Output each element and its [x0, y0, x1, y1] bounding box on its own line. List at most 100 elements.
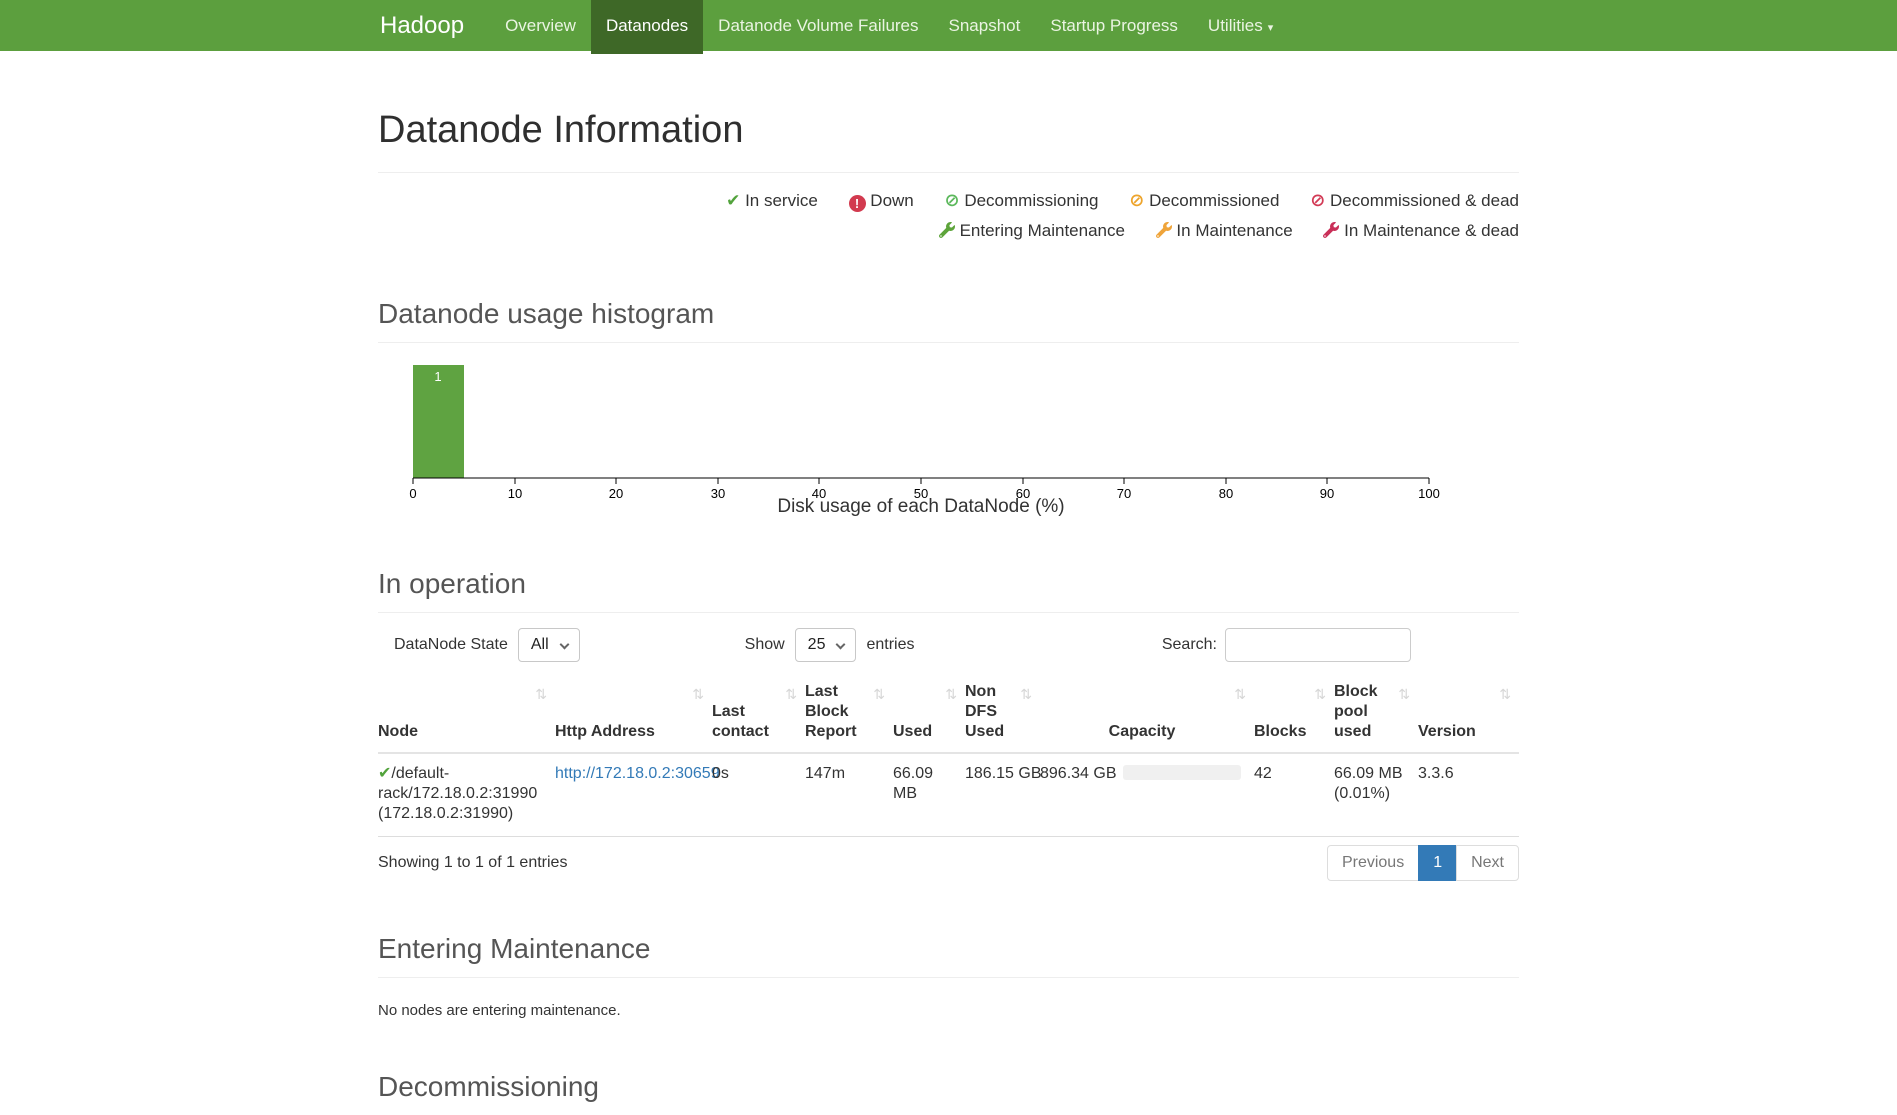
section-title-usage-histogram: Datanode usage histogram: [378, 298, 1519, 342]
brand-hadoop[interactable]: Hadoop: [378, 0, 490, 54]
datanode-state-select[interactable]: All: [518, 628, 580, 662]
svg-text:80: 80: [1219, 486, 1233, 501]
nav-item-overview[interactable]: Overview: [490, 0, 591, 54]
datanodes-table: ⇅Node ⇅Http Address ⇅Last contact ⇅Last …: [378, 678, 1519, 837]
sort-icon: ⇅: [873, 684, 885, 704]
section-title-entering-maintenance: Entering Maintenance: [378, 933, 1519, 977]
wrench-icon: [939, 222, 955, 238]
pagination-previous-button[interactable]: Previous: [1327, 845, 1419, 881]
check-icon: ✔: [726, 191, 740, 210]
page-size-select[interactable]: 25: [795, 628, 857, 662]
ban-circle-icon: ⊘: [945, 190, 960, 210]
cell-last-block-report: 147m: [805, 753, 893, 837]
legend-label: Down: [870, 191, 913, 210]
chevron-down-icon: [559, 640, 569, 650]
check-icon: ✔: [378, 765, 391, 782]
sort-icon: ⇅: [945, 684, 957, 704]
column-header-capacity[interactable]: ⇅Capacity: [1040, 678, 1254, 753]
cell-blocks: 42: [1254, 753, 1334, 837]
section-title-decommissioning: Decommissioning: [378, 1071, 1519, 1115]
legend-label: Entering Maintenance: [960, 221, 1125, 240]
legend-down: ! Down: [849, 186, 914, 216]
legend-decommissioning: ⊘ Decommissioning: [945, 185, 1099, 216]
sort-icon: ⇅: [1499, 684, 1511, 704]
datanode-usage-histogram: 1 0 10 20 30 40 50 60 70 80 90 100 Disk …: [378, 351, 1519, 516]
entering-maintenance-empty-message: No nodes are entering maintenance.: [378, 1002, 1519, 1019]
search-label: Search:: [1162, 636, 1217, 654]
ban-circle-icon: ⊘: [1310, 190, 1325, 210]
legend-label: In Maintenance & dead: [1344, 221, 1519, 240]
legend-label: In Maintenance: [1176, 221, 1292, 240]
divider: [378, 612, 1519, 613]
cell-block-pool-used: 66.09 MB (0.01%): [1334, 753, 1418, 837]
status-legend: ✔ In service ! Down ⊘ Decommissioning ⊘ …: [378, 185, 1519, 246]
legend-decommissioned-dead: ⊘ Decommissioned & dead: [1310, 185, 1519, 216]
sort-icon: ⇅: [785, 684, 797, 704]
legend-entering-maintenance: Entering Maintenance: [939, 216, 1125, 246]
nav-item-utilities-label: Utilities: [1208, 16, 1263, 35]
sort-icon: ⇅: [1234, 684, 1246, 704]
capacity-value: 896.34 GB: [1040, 765, 1117, 782]
legend-in-service: ✔ In service: [726, 186, 818, 216]
nav-item-utilities[interactable]: Utilities ▾: [1193, 0, 1288, 54]
svg-text:70: 70: [1117, 486, 1131, 501]
legend-in-maintenance: In Maintenance: [1156, 216, 1293, 246]
cell-used: 66.09 MB: [893, 753, 965, 837]
legend-in-maintenance-dead: In Maintenance & dead: [1323, 216, 1519, 246]
legend-label: Decommissioning: [964, 191, 1098, 210]
section-title-in-operation: In operation: [378, 568, 1519, 612]
divider: [378, 342, 1519, 343]
entries-label: entries: [866, 636, 914, 654]
legend-label: In service: [745, 191, 818, 210]
pagination: Previous 1 Next: [1328, 845, 1519, 881]
table-header-row: ⇅Node ⇅Http Address ⇅Last contact ⇅Last …: [378, 678, 1519, 753]
column-header-http-address[interactable]: ⇅Http Address: [555, 678, 712, 753]
sort-icon: ⇅: [535, 684, 547, 704]
search-input[interactable]: [1225, 628, 1411, 662]
ban-circle-icon: ⊘: [1129, 190, 1144, 210]
x-axis-label: Disk usage of each DataNode (%): [777, 496, 1064, 516]
svg-text:0: 0: [409, 486, 416, 501]
sort-icon: ⇅: [1398, 684, 1410, 704]
http-address-link[interactable]: http://172.18.0.2:30659: [555, 765, 720, 782]
wrench-icon: [1323, 222, 1339, 238]
column-header-last-block-report[interactable]: ⇅Last Block Report: [805, 678, 893, 753]
cell-version: 3.3.6: [1418, 753, 1519, 837]
nav-item-datanodes[interactable]: Datanodes: [591, 0, 703, 54]
column-header-version[interactable]: ⇅Version: [1418, 678, 1519, 753]
table-controls: DataNode State All Show 25 entries Searc…: [394, 628, 1519, 662]
datanode-state-value: All: [531, 636, 549, 654]
column-header-block-pool-used[interactable]: ⇅Block pool used: [1334, 678, 1418, 753]
svg-text:20: 20: [609, 486, 623, 501]
legend-label: Decommissioned: [1149, 191, 1279, 210]
sort-icon: ⇅: [1020, 684, 1032, 704]
chevron-down-icon: ▾: [1268, 22, 1274, 34]
column-header-last-contact[interactable]: ⇅Last contact: [712, 678, 805, 753]
svg-text:10: 10: [508, 486, 522, 501]
legend-label: Decommissioned & dead: [1330, 191, 1519, 210]
show-label: Show: [745, 636, 785, 654]
column-header-node[interactable]: ⇅Node: [378, 678, 555, 753]
page-title: Datanode Information: [378, 109, 1519, 172]
column-header-non-dfs-used[interactable]: ⇅Non DFS Used: [965, 678, 1040, 753]
pagination-page-1-button[interactable]: 1: [1418, 845, 1457, 881]
cell-http-address: http://172.18.0.2:30659: [555, 753, 712, 837]
exclamation-circle-icon: !: [849, 195, 866, 212]
capacity-progress-bar: [1123, 765, 1241, 780]
cell-capacity: 896.34 GB: [1040, 753, 1254, 837]
sort-icon: ⇅: [692, 684, 704, 704]
svg-text:30: 30: [711, 486, 725, 501]
nav-item-snapshot[interactable]: Snapshot: [934, 0, 1036, 54]
nav-item-startup-progress[interactable]: Startup Progress: [1035, 0, 1193, 54]
column-header-used[interactable]: ⇅Used: [893, 678, 965, 753]
column-header-blocks[interactable]: ⇅Blocks: [1254, 678, 1334, 753]
svg-text:90: 90: [1320, 486, 1334, 501]
wrench-icon: [1156, 222, 1172, 238]
cell-non-dfs-used: 186.15 GB: [965, 753, 1040, 837]
table-info-text: Showing 1 to 1 of 1 entries: [378, 854, 567, 872]
table-row: ✔/default-rack/172.18.0.2:31990 (172.18.…: [378, 753, 1519, 837]
nav-item-datanode-volume-failures[interactable]: Datanode Volume Failures: [703, 0, 933, 54]
pagination-next-button[interactable]: Next: [1456, 845, 1519, 881]
page-size-value: 25: [808, 636, 826, 654]
svg-text:100: 100: [1418, 486, 1440, 501]
